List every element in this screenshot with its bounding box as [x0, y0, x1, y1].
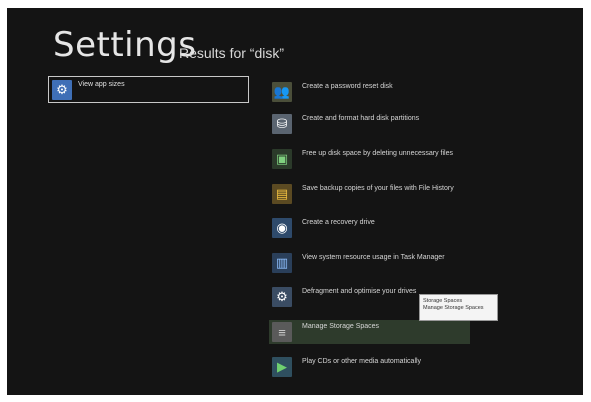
file-history-icon: ▤: [272, 184, 292, 204]
result-create-format-partitions[interactable]: ⛁ Create and format hard disk partitions: [272, 114, 487, 134]
result-view-app-sizes[interactable]: ⚙ View app sizes: [48, 76, 249, 103]
autoplay-icon: ▶: [272, 357, 292, 377]
result-label: View system resource usage in Task Manag…: [302, 254, 445, 261]
result-label: Manage Storage Spaces: [302, 323, 380, 330]
result-label: Create and format hard disk partitions: [302, 115, 420, 122]
result-create-password-reset-disk[interactable]: 👥 Create a password reset disk: [272, 82, 487, 102]
search-results-subtitle: Results for “disk”: [179, 45, 285, 61]
task-manager-icon: ▥: [272, 253, 292, 273]
result-task-manager[interactable]: ▥ View system resource usage in Task Man…: [272, 253, 487, 273]
people-icon: 👥: [272, 82, 292, 102]
result-free-up-disk-space[interactable]: ▣ Free up disk space by deleting unneces…: [272, 149, 487, 169]
recovery-drive-icon: ◉: [272, 218, 292, 238]
disk-cleanup-icon: ▣: [272, 149, 292, 169]
tooltip-title: Storage Spaces: [423, 298, 463, 304]
result-label: Save backup copies of your files with Fi…: [302, 185, 454, 192]
result-label: Create a recovery drive: [302, 219, 375, 226]
disk-management-icon: ⛁: [272, 114, 292, 134]
result-file-history[interactable]: ▤ Save backup copies of your files with …: [272, 184, 487, 204]
result-autoplay[interactable]: ▶ Play CDs or other media automatically: [272, 357, 487, 377]
page-title: Settings: [53, 25, 197, 65]
result-label: Create a password reset disk: [302, 83, 393, 90]
tooltip: Storage Spaces Manage Storage Spaces: [419, 294, 498, 321]
result-manage-storage-spaces[interactable]: ≡ Manage Storage Spaces: [269, 320, 470, 344]
result-label: View app sizes: [78, 81, 125, 88]
result-label: Free up disk space by deleting unnecessa…: [302, 150, 453, 157]
storage-spaces-icon: ≡: [272, 322, 292, 342]
defragment-icon: ⚙: [272, 287, 292, 307]
gear-icon: ⚙: [52, 80, 72, 100]
result-label: Play CDs or other media automatically: [302, 358, 422, 365]
result-create-recovery-drive[interactable]: ◉ Create a recovery drive: [272, 218, 487, 238]
tooltip-description: Manage Storage Spaces: [423, 305, 484, 311]
